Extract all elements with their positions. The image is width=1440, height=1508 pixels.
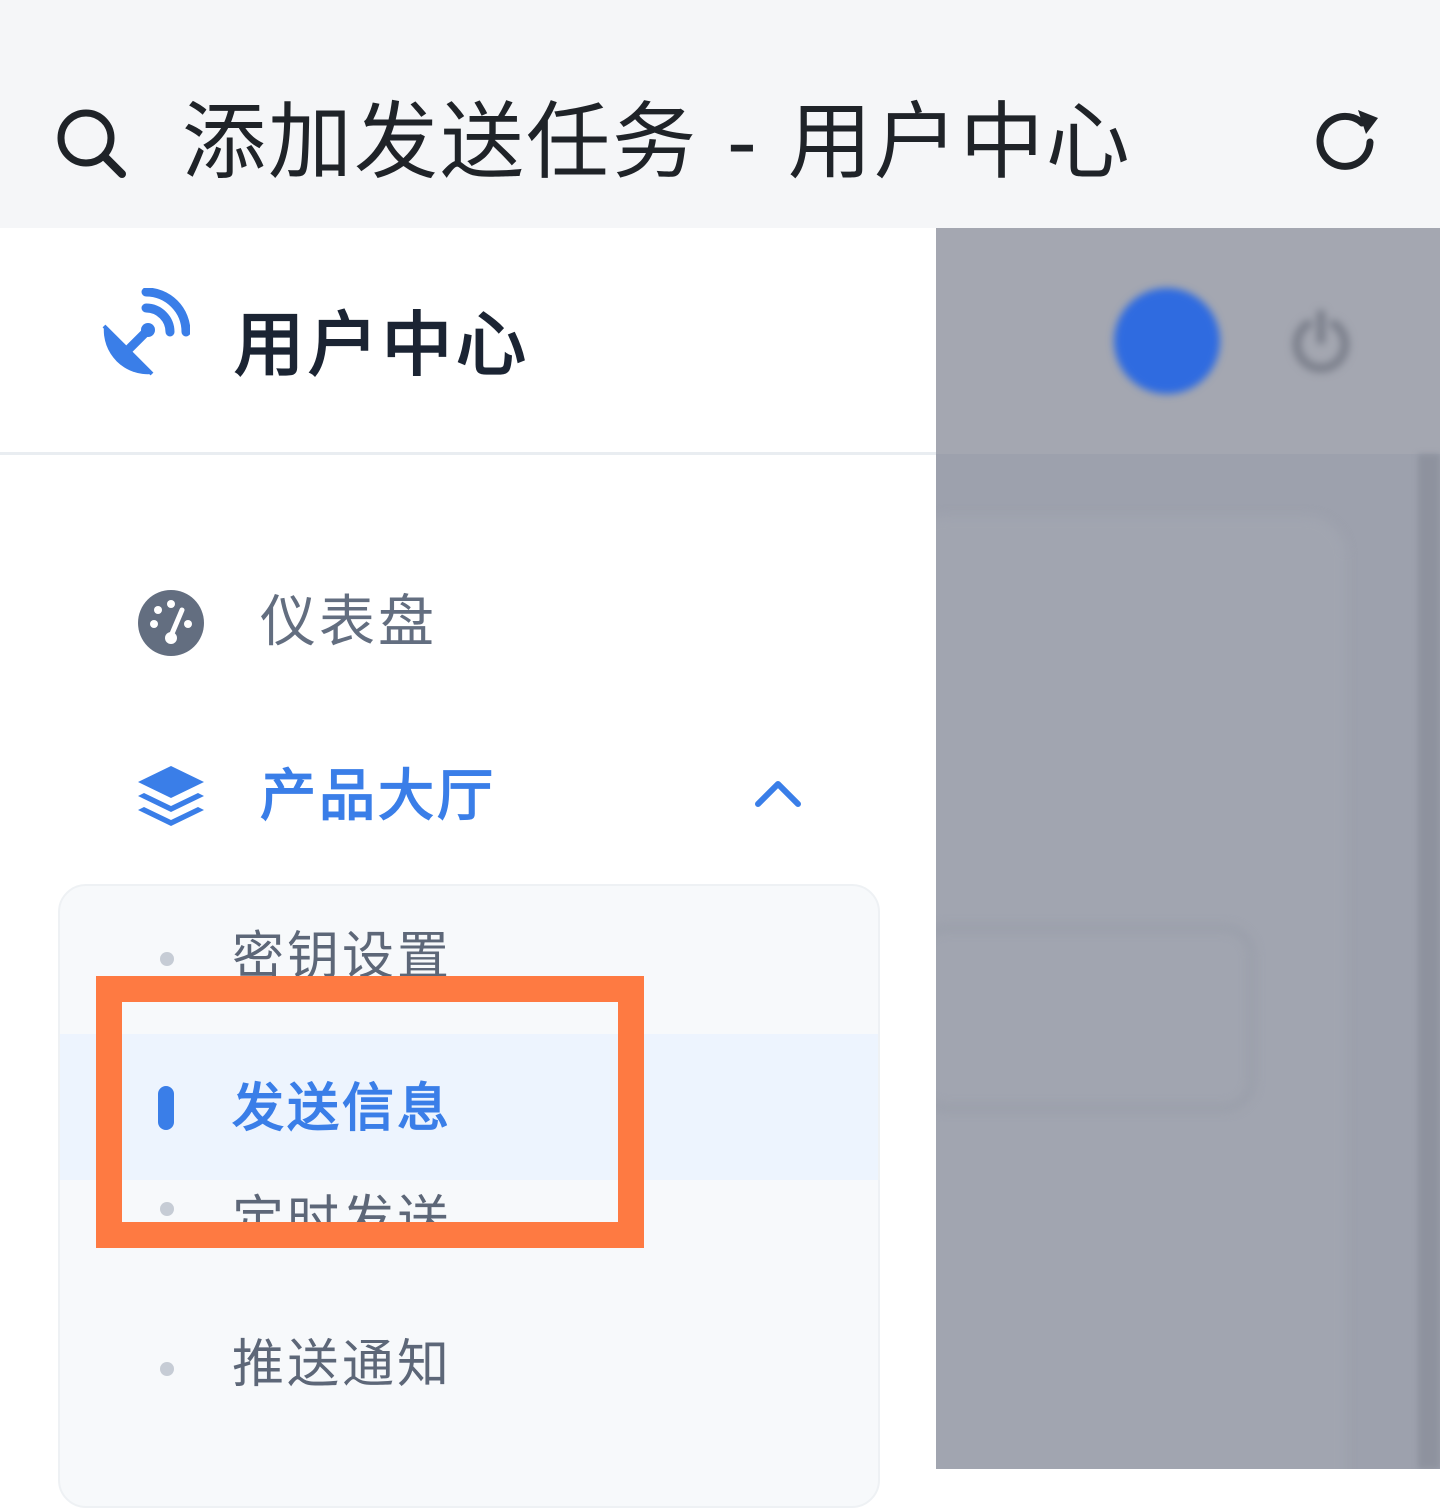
products-submenu: 密钥设置 发送信息 定时发送 推送通知 xyxy=(58,884,880,1508)
submenu-item-send-message[interactable]: 发送信息 xyxy=(60,1034,878,1180)
submenu-item-label: 定时发送 xyxy=(232,1191,453,1251)
submenu-item-scheduled-send[interactable]: 定时发送 xyxy=(60,1186,878,1332)
browser-topbar: 添加发送任务 - 用户中心 xyxy=(0,0,1440,228)
submenu-item-label: 推送通知 xyxy=(232,1335,453,1395)
bullet-dot xyxy=(160,1202,174,1216)
sidebar-item-label: 产品大厅 xyxy=(260,764,496,829)
submenu-item-label: 发送信息 xyxy=(232,1079,453,1139)
bullet-dot xyxy=(160,1362,174,1376)
submenu-item-push-notification[interactable]: 推送通知 xyxy=(60,1326,878,1472)
avatar xyxy=(1114,288,1220,394)
chevron-up-icon[interactable] xyxy=(750,772,806,812)
sidebar-item-dashboard[interactable]: 仪表盘 xyxy=(0,562,936,682)
dimmed-main-content[interactable] xyxy=(936,228,1440,1469)
submenu-item-key-settings[interactable]: 密钥设置 xyxy=(60,886,878,1032)
sidebar-item-label: 仪表盘 xyxy=(260,590,437,655)
search-icon[interactable] xyxy=(52,104,128,180)
sidebar: 用户中心 仪表盘 产品大厅 密钥设置 发送信息 定时发送 推送通知 xyxy=(0,228,936,1508)
active-indicator xyxy=(158,1086,174,1130)
dimmed-scrollbar xyxy=(1418,454,1440,1469)
power-icon xyxy=(1286,306,1356,376)
layers-icon xyxy=(136,762,206,832)
satellite-dish-icon xyxy=(88,287,191,390)
brand-name: 用户中心 xyxy=(234,304,530,386)
dimmed-input xyxy=(936,926,1254,1110)
reload-icon[interactable] xyxy=(1308,104,1384,180)
dashboard-gauge-icon xyxy=(136,588,206,658)
bullet-dot xyxy=(160,952,174,966)
page-title: 添加发送任务 - 用户中心 xyxy=(182,93,1132,191)
sidebar-item-products[interactable]: 产品大厅 xyxy=(0,736,936,856)
brand-header: 用户中心 xyxy=(0,228,936,455)
submenu-item-label: 密钥设置 xyxy=(232,927,453,987)
